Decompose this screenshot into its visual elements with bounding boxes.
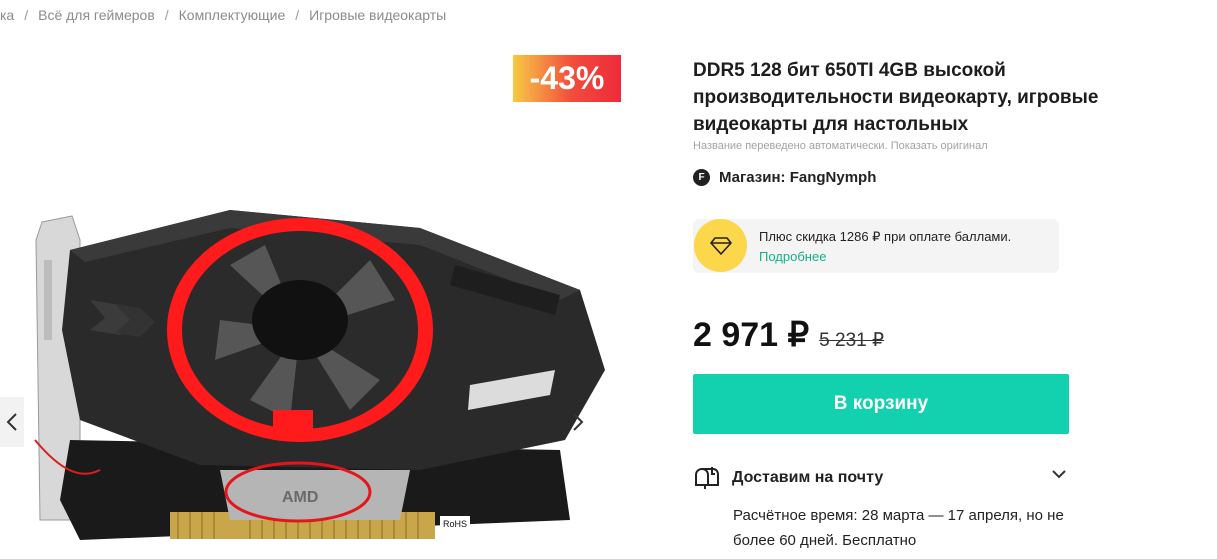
delivery-toggle[interactable]: Доставим на почту [693,467,1073,489]
next-image-button[interactable] [566,397,590,447]
product-title: DDR5 128 бит 650TI 4GB высокой производи… [693,60,1099,135]
bonus-more-link[interactable]: Подробнее [759,249,826,264]
breadcrumb-separator: / [24,7,29,23]
translation-note[interactable]: Название переведено автоматически. Показ… [693,140,988,152]
breadcrumb-item[interactable]: Комплектующие [179,7,286,23]
breadcrumb-item[interactable]: ка [0,7,14,23]
breadcrumb: ка / Всё для геймеров / Комплектующие / Игровы… [0,7,446,23]
mailbox-icon [693,467,719,489]
bonus-banner: Плюс скидка 1286 ₽ при оплате баллами. П… [693,219,1059,273]
delivery-title: Доставим на почту [732,469,884,486]
diamond-icon [694,219,747,272]
shop-link[interactable]: F Магазин: FangNymph [693,169,876,186]
delivery-section: Доставим на почту Расчётное время: 28 ма… [693,467,1073,553]
add-to-cart-button[interactable]: В корзину [693,374,1069,434]
breadcrumb-item[interactable]: Всё для геймеров [38,7,155,23]
rohs-label: RoHS [443,519,467,529]
chevron-left-icon [6,413,17,431]
amd-label: AMD [282,489,318,506]
breadcrumb-separator: / [164,7,169,23]
breadcrumb-separator: / [295,7,300,23]
breadcrumb-item[interactable]: Игровые видеокарты [309,7,446,23]
current-price: 2 971 ₽ [693,316,810,354]
price-block: 2 971 ₽ 5 231 ₽ [693,315,884,355]
delivery-details: Расчётное время: 28 марта — 17 апреля, н… [733,507,1064,549]
product-gallery[interactable]: AMD RoHS [0,40,615,559]
old-price: 5 231 ₽ [819,330,885,351]
chevron-right-icon [573,413,584,431]
prev-image-button[interactable] [0,397,24,447]
shop-logo: F [693,169,710,186]
bonus-text: Плюс скидка 1286 ₽ при оплате баллами. [759,229,1012,244]
graphics-card-image: AMD RoHS [34,210,605,540]
shop-name: Магазин: FangNymph [719,169,877,186]
discount-badge: -43% [513,55,621,102]
chevron-down-icon [1052,470,1066,479]
